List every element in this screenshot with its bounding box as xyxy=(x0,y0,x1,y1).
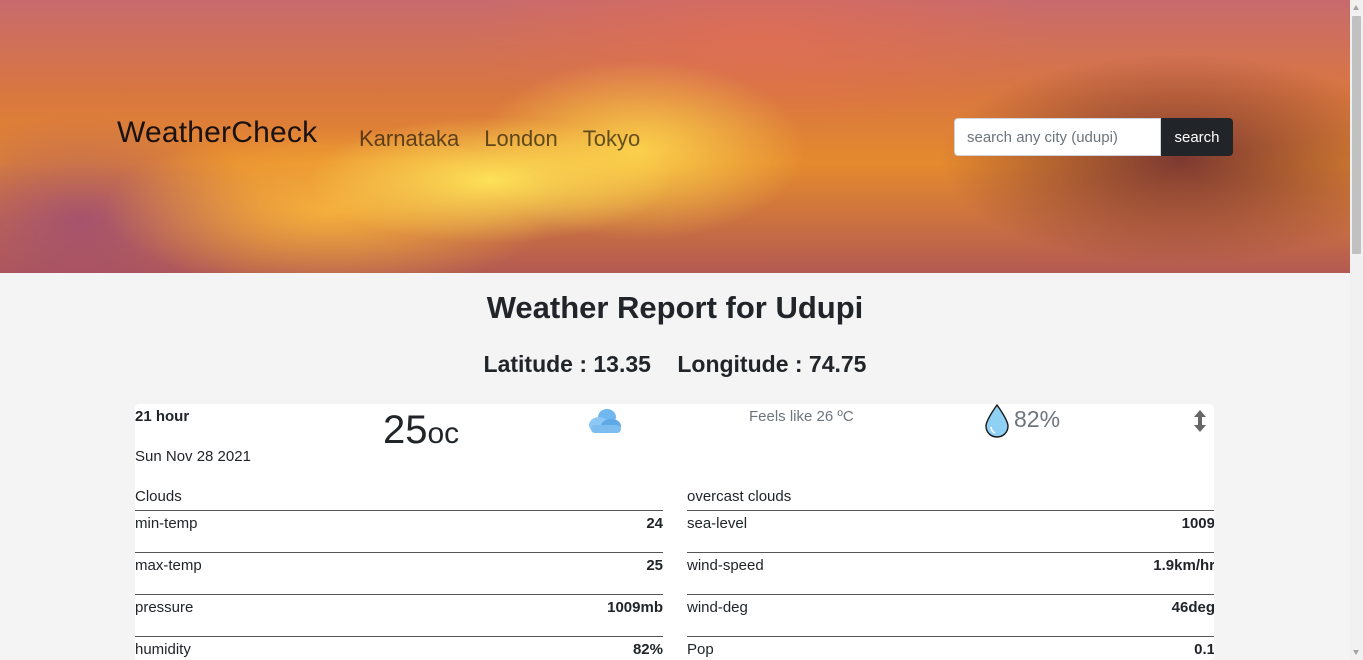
forecast-card: 21 hour Sun Nov 28 2021 25oc Feels like … xyxy=(135,404,1214,660)
search-button[interactable]: search xyxy=(1161,118,1233,156)
row-label: humidity xyxy=(135,641,191,658)
row-value: 46deg xyxy=(1171,599,1214,616)
row-value: 25 xyxy=(646,557,663,574)
scroll-up-icon[interactable] xyxy=(1353,5,1359,10)
table-row: pressure 1009mb xyxy=(135,595,663,637)
table-row: wind-deg 46deg xyxy=(687,595,1214,637)
table-row: max-temp 25 xyxy=(135,553,663,595)
search-input[interactable] xyxy=(954,118,1161,156)
coordinates: Latitude : 13.35 Longitude : 74.75 xyxy=(0,351,1350,378)
forecast-date: Sun Nov 28 2021 xyxy=(135,448,251,465)
table-row: Pop 0.1 xyxy=(687,637,1214,660)
table-row: min-temp 24 xyxy=(135,511,663,553)
row-label: sea-level xyxy=(687,515,748,532)
cloud-icon xyxy=(589,409,621,433)
forecast-hour: 21 hour xyxy=(135,408,190,425)
header-banner: WeatherCheck Karnataka London Tokyo sear… xyxy=(0,0,1350,273)
temperature-value: 25 xyxy=(383,408,428,452)
weather-description: overcast clouds xyxy=(687,488,1214,511)
table-row: humidity 82% xyxy=(135,637,663,660)
row-label: min-temp xyxy=(135,515,198,532)
row-value: 82% xyxy=(632,641,663,658)
nav-link-london[interactable]: London xyxy=(484,126,557,152)
temperature: 25oc xyxy=(383,408,459,453)
top-nav: Karnataka London Tokyo xyxy=(359,126,640,152)
row-label: Pop xyxy=(687,641,714,658)
row-label: wind-speed xyxy=(687,557,764,574)
scrollbar-thumb[interactable] xyxy=(1352,16,1361,254)
page-title: Weather Report for Udupi xyxy=(486,290,864,325)
weather-details-left: Clouds min-temp 24 max-temp 25 pressure … xyxy=(135,488,663,660)
humidity-percent: 82% xyxy=(1014,406,1061,432)
search-form: search xyxy=(954,118,1233,156)
row-value: 1.9km/hr xyxy=(1153,557,1214,574)
row-label: pressure xyxy=(135,599,194,616)
row-value: 1009 xyxy=(1181,515,1214,532)
table-row: sea-level 1009 xyxy=(687,511,1214,553)
weather-main: Clouds xyxy=(135,488,663,511)
longitude-text: Longitude : 74.75 xyxy=(677,351,867,377)
scroll-down-icon[interactable] xyxy=(1353,650,1359,655)
row-value: 1009mb xyxy=(607,599,663,616)
nav-link-tokyo[interactable]: Tokyo xyxy=(583,126,640,152)
brand-logo[interactable]: WeatherCheck xyxy=(117,116,317,150)
weather-details-right: overcast clouds sea-level 1009 wind-spee… xyxy=(687,488,1214,660)
water-drop-icon xyxy=(985,404,1009,438)
nav-link-karnataka[interactable]: Karnataka xyxy=(359,126,459,152)
arrow-up-down-icon[interactable] xyxy=(1193,410,1207,432)
row-value: 0.1 xyxy=(1194,641,1214,658)
feels-like: Feels like 26 ºC xyxy=(749,408,854,425)
table-row: wind-speed 1.9km/hr xyxy=(687,553,1214,595)
row-label: max-temp xyxy=(135,557,202,574)
row-value: 24 xyxy=(646,515,663,532)
latitude-text: Latitude : 13.35 xyxy=(483,351,651,377)
page-scrollbar[interactable] xyxy=(1350,0,1363,660)
temperature-unit: oc xyxy=(427,417,460,450)
row-label: wind-deg xyxy=(687,599,748,616)
